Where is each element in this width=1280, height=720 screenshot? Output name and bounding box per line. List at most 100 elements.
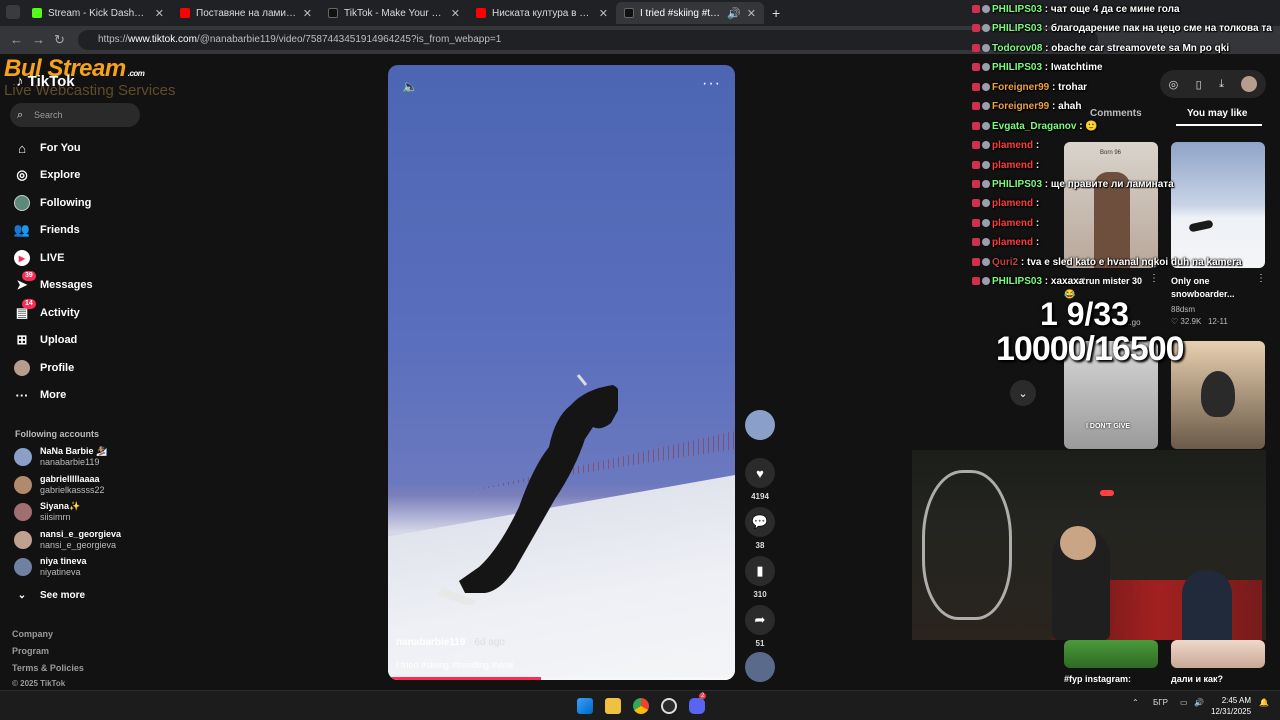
avatar xyxy=(14,448,32,466)
browser-tab[interactable]: Stream - Kick Dashboard ✕ xyxy=(24,2,172,24)
tiktok-logo[interactable]: ♪ TikTok xyxy=(16,73,75,90)
heart-icon: ♡ xyxy=(1171,317,1179,326)
url-field[interactable]: https://www.tiktok.com/@nanabarbie119/vi… xyxy=(78,30,1098,50)
windows-start-icon[interactable] xyxy=(577,698,593,714)
recommended-thumbnail[interactable] xyxy=(1171,640,1265,668)
thumbnail-caption[interactable]: дали и как? xyxy=(1171,673,1223,686)
thumbnail-caption[interactable]: #fyp instagram: xyxy=(1064,673,1131,686)
share-button[interactable]: ➦ 51 xyxy=(744,605,776,648)
recommended-thumbnail[interactable]: Born 96 xyxy=(1064,142,1158,268)
avatar[interactable] xyxy=(1241,76,1258,92)
comment-icon: 💬 xyxy=(745,507,775,537)
nav-following[interactable]: Following xyxy=(14,195,91,211)
more-options-icon[interactable]: ⋮ xyxy=(1256,273,1266,284)
download-icon[interactable]: ⤓ xyxy=(1219,78,1224,91)
tab-you-may-like[interactable]: You may like xyxy=(1187,108,1247,119)
nav-friends[interactable]: 👥 Friends xyxy=(14,222,80,238)
account-item[interactable]: gabrielllllaaaa gabrielkassss22 xyxy=(14,474,105,496)
more-options-icon[interactable]: ⋮ xyxy=(1149,273,1159,284)
chrome-icon[interactable] xyxy=(633,698,649,714)
browser-tab[interactable]: Ниската култура в България - ✕ xyxy=(468,2,616,24)
second-person xyxy=(1182,570,1232,640)
see-more-button[interactable]: ⌄ See more xyxy=(14,587,85,603)
file-explorer-icon[interactable] xyxy=(605,698,621,714)
nav-label: For You xyxy=(40,142,81,154)
notification-icon[interactable]: 🔔 xyxy=(1259,698,1269,707)
close-icon[interactable]: ✕ xyxy=(747,7,756,20)
chat-message-text: хахаха xyxy=(1050,276,1085,287)
home-icon: ⌂ xyxy=(18,140,26,156)
close-icon[interactable]: ✕ xyxy=(155,7,164,20)
search-input[interactable]: ⌕ Search xyxy=(10,103,140,127)
nav-more[interactable]: ··· More xyxy=(14,387,67,403)
creator-avatar[interactable] xyxy=(744,410,776,440)
chat-username: plamend xyxy=(992,160,1034,171)
recommended-thumbnail[interactable] xyxy=(1171,142,1265,268)
browser-tab-active[interactable]: I tried #skiing #trending # 🔊 ✕ xyxy=(616,2,764,24)
account-item[interactable]: niya tineva niyatineva xyxy=(14,556,87,578)
like-button[interactable]: ♥ 4194 xyxy=(744,458,776,501)
discord-icon[interactable]: 2 xyxy=(689,693,707,714)
browser-tab[interactable]: TikTok - Make Your Day ✕ xyxy=(320,2,468,24)
video-player[interactable]: 🔈 ··· nanabarbie119 · 6d ago I tried #sk… xyxy=(388,65,735,680)
url-host: www.tiktok.com xyxy=(128,34,197,45)
tab-menu-icon[interactable] xyxy=(6,5,20,19)
chevron-down-icon[interactable]: ⌄ xyxy=(1010,380,1036,406)
nav-messages[interactable]: ➤ 39 Messages xyxy=(14,271,93,293)
footer-link[interactable]: Program xyxy=(12,646,49,656)
thumbnail-caption[interactable]: Only one snowboarder... xyxy=(1171,275,1261,301)
obs-icon[interactable] xyxy=(661,698,677,714)
comment-button[interactable]: 💬 38 xyxy=(744,507,776,550)
nav-profile[interactable]: Profile xyxy=(14,360,74,376)
network-icon[interactable]: ▭ xyxy=(1180,698,1188,707)
video-caption: I tried #skiing #trending #viral xyxy=(396,660,514,670)
account-item[interactable]: Siyana✨ siisimrn xyxy=(14,501,80,523)
nav-activity[interactable]: ▤ 14 Activity xyxy=(14,299,80,321)
back-icon[interactable]: ← xyxy=(10,32,23,47)
chat-message: PHILIPS03 : Iwatchtime xyxy=(972,62,1103,73)
avatar xyxy=(14,531,32,549)
new-tab-button[interactable]: + xyxy=(772,5,780,21)
tab-comments[interactable]: Comments xyxy=(1090,108,1142,119)
account-item[interactable]: nansi_e_georgieva nansi_e_georgieva xyxy=(14,529,121,551)
nav-upload[interactable]: ⊞ Upload xyxy=(14,332,78,348)
forward-icon[interactable]: → xyxy=(32,32,45,47)
account-handle: nanabarbie119 xyxy=(40,457,100,467)
video-progress-bar[interactable] xyxy=(388,677,735,680)
close-icon[interactable]: ✕ xyxy=(303,7,312,20)
chat-message-text: ahah xyxy=(1058,101,1082,112)
reload-icon[interactable]: ↻ xyxy=(54,32,65,48)
heart-icon: ♥ xyxy=(745,458,775,488)
language-indicator[interactable]: БГР xyxy=(1153,698,1168,707)
chevron-up-icon[interactable]: ⌃ xyxy=(1132,698,1139,707)
more-options-icon[interactable]: ··· xyxy=(702,75,721,93)
tab-title: Stream - Kick Dashboard xyxy=(48,7,149,19)
close-icon[interactable]: ✕ xyxy=(599,7,608,20)
system-clock[interactable]: 2:45 AM 12/31/2025 xyxy=(1211,695,1251,717)
bookmark-button[interactable]: ▮ 310 xyxy=(744,556,776,599)
nav-explore[interactable]: ◎ Explore xyxy=(14,167,80,183)
account-handle: niyatineva xyxy=(40,567,81,577)
badge-icon xyxy=(972,122,980,131)
speaker-icon[interactable]: 🔊 xyxy=(1194,698,1204,707)
speaker-icon[interactable]: 🔊 xyxy=(727,7,741,20)
nav-for-you[interactable]: ⌂ For You xyxy=(14,140,81,156)
activity-badge: 14 xyxy=(22,299,36,309)
video-author[interactable]: nanabarbie119 · 6d ago xyxy=(396,637,505,648)
phone-icon[interactable]: ▯ xyxy=(1196,78,1202,91)
volume-icon[interactable]: 🔈 xyxy=(402,79,418,95)
music-disc[interactable] xyxy=(744,652,776,682)
compass-icon[interactable]: ◎ xyxy=(1169,78,1179,91)
footer-link[interactable]: Terms & Policies xyxy=(12,663,84,673)
chat-username: PHILIPS03 xyxy=(992,62,1043,73)
badge-icon xyxy=(982,219,990,228)
footer-link[interactable]: Company xyxy=(12,629,53,639)
footer-copyright: © 2025 TikTok xyxy=(12,679,66,688)
recommended-thumbnail[interactable] xyxy=(1064,640,1158,668)
recommended-thumbnail[interactable] xyxy=(1171,341,1265,449)
chat-message: Quri2 : tva e sled kato e hvanal nqkoi d… xyxy=(972,257,1242,268)
browser-tab[interactable]: Поставяне на ламиниран пар ✕ xyxy=(172,2,320,24)
nav-live[interactable]: ▶ LIVE xyxy=(14,250,64,266)
account-item[interactable]: NaNa Barbie 🏂 nanabarbie119 xyxy=(14,446,107,468)
close-icon[interactable]: ✕ xyxy=(451,7,460,20)
